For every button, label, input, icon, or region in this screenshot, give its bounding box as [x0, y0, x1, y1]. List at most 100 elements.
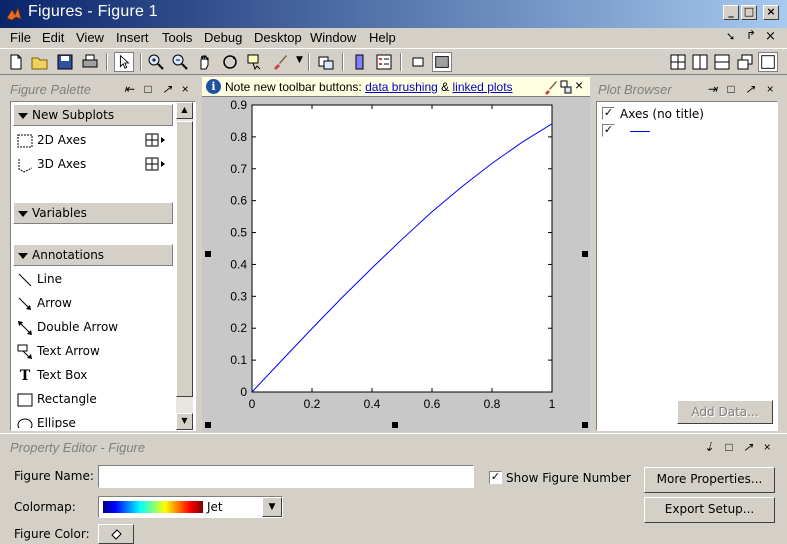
selection-handle[interactable] [582, 422, 588, 428]
palette-scrollbar[interactable]: ▲ ▼ [176, 102, 193, 430]
notice-close-icon[interactable]: × [575, 77, 583, 93]
menu-file[interactable]: File [10, 30, 31, 45]
close-menu-icon[interactable]: × [765, 29, 776, 44]
selection-handle[interactable] [205, 251, 211, 257]
show-plot-tools-icon[interactable] [432, 52, 452, 72]
axes-visible-checkbox[interactable]: ✓ [602, 107, 615, 120]
y-tick-label: 0.1 [230, 353, 247, 367]
arrow-annotation-item[interactable]: Arrow [17, 294, 167, 314]
line-annotation-item[interactable]: Line [17, 270, 167, 290]
more-properties-button[interactable]: More Properties... [644, 467, 775, 493]
export-setup-button[interactable]: Export Setup... [644, 497, 775, 523]
link-plot-icon[interactable] [316, 52, 336, 72]
left-right-layout-icon[interactable] [690, 52, 710, 72]
dock-menu-icon[interactable]: ↱ [746, 28, 756, 42]
save-icon[interactable] [55, 52, 75, 72]
colormap-dropdown-button[interactable]: ▼ [262, 497, 282, 517]
linked-plots-link[interactable]: linked plots [453, 80, 513, 94]
menu-view[interactable]: View [76, 30, 104, 45]
y-tick-label: 0.2 [230, 321, 247, 335]
text-box-annotation-item[interactable]: T Text Box [17, 366, 167, 386]
pan-icon[interactable] [195, 52, 215, 72]
axes-item-label[interactable]: Axes (no title) [620, 107, 704, 121]
menu-edit[interactable]: Edit [42, 30, 64, 45]
panel-menu-icon[interactable]: ⇤ [122, 82, 136, 96]
2d-axes-item[interactable]: 2D Axes [17, 131, 173, 151]
panel-close-icon[interactable]: × [178, 82, 192, 96]
grid-select-icon[interactable] [145, 133, 167, 149]
panel-maximize-icon[interactable]: □ [724, 82, 738, 96]
variables-section[interactable]: Variables [13, 202, 173, 224]
menu-desktop[interactable]: Desktop [254, 30, 302, 45]
data-brushing-link[interactable]: data brushing [365, 80, 438, 94]
window-title: Figures - Figure 1 [28, 3, 158, 20]
annotations-section[interactable]: Annotations [13, 244, 173, 266]
brush-dropdown-icon[interactable]: ▼ [296, 55, 303, 65]
ellipse-annotation-item[interactable]: Ellipse [17, 414, 167, 428]
tile-layout-icon[interactable] [668, 52, 688, 72]
menu-debug[interactable]: Debug [204, 30, 242, 45]
notice-amp: & [437, 80, 453, 94]
zoom-out-icon[interactable] [170, 52, 190, 72]
rotate-3d-icon[interactable] [220, 52, 240, 72]
double-arrow-annotation-item[interactable]: Double Arrow [17, 318, 167, 338]
panel-close-icon[interactable]: × [763, 82, 777, 96]
open-file-icon[interactable] [30, 52, 50, 72]
minimize-button[interactable]: _ [723, 5, 739, 20]
maximize-button[interactable]: □ [741, 5, 757, 20]
undock-menu-icon[interactable]: ➘ [726, 30, 735, 43]
zoom-in-icon[interactable] [146, 52, 166, 72]
panel-undock-icon[interactable]: ↗ [160, 82, 174, 96]
line-series-swatch[interactable] [630, 131, 650, 132]
scroll-down-button[interactable]: ▼ [176, 413, 193, 430]
text-arrow-annotation-item[interactable]: Text Arrow [17, 342, 167, 362]
x-tick-label: 0.2 [304, 397, 321, 411]
print-icon[interactable] [80, 52, 100, 72]
menu-window[interactable]: Window [310, 30, 356, 45]
menu-help[interactable]: Help [369, 30, 396, 45]
panel-maximize-icon[interactable]: □ [722, 440, 736, 454]
scroll-up-button[interactable]: ▲ [176, 102, 193, 119]
float-layout-icon[interactable] [735, 52, 755, 72]
scroll-thumb[interactable] [176, 121, 193, 397]
panel-close-icon[interactable]: × [760, 440, 774, 454]
hide-plot-tools-icon[interactable] [408, 52, 428, 72]
grid-select-icon[interactable] [145, 157, 167, 173]
edit-plot-icon[interactable] [114, 52, 134, 72]
figure-name-input[interactable] [98, 465, 474, 488]
panel-menu-icon[interactable]: ⇥ [705, 82, 719, 96]
rectangle-annotation-item[interactable]: Rectangle [17, 390, 167, 410]
show-figure-number-checkbox[interactable]: ✓ [489, 471, 502, 484]
panel-maximize-icon[interactable]: □ [141, 82, 155, 96]
maximize-layout-icon[interactable] [758, 52, 778, 72]
new-subplots-section[interactable]: New Subplots [13, 104, 173, 126]
selection-handle[interactable] [582, 251, 588, 257]
show-figure-number-label: Show Figure Number [506, 471, 631, 485]
menu-tools[interactable]: Tools [162, 30, 192, 45]
plot-browser-title: Plot Browser [598, 82, 672, 97]
3d-axes-item[interactable]: 3D Axes [17, 155, 173, 175]
plot-axes[interactable]: 0 0.2 0.4 0.6 0.8 1 0 0.1 0.2 0.3 0.4 0.5 0.6 0.7 0.8 0… [202, 97, 590, 432]
add-data-button[interactable]: Add Data... [677, 400, 773, 424]
selection-handle[interactable] [392, 422, 398, 428]
panel-undock-icon[interactable]: ↗ [741, 440, 755, 454]
x-tick-label: 0.6 [424, 397, 441, 411]
data-cursor-icon[interactable] [245, 52, 265, 72]
panel-undock-icon[interactable]: ↗ [743, 82, 757, 96]
new-figure-icon[interactable] [6, 52, 26, 72]
axes-box[interactable] [251, 104, 553, 393]
x-tick-label: 0.4 [364, 397, 381, 411]
panel-menu-icon[interactable]: ⇣ [702, 440, 716, 454]
figure-color-button[interactable] [98, 524, 134, 544]
menu-insert[interactable]: Insert [116, 30, 149, 45]
figure-palette-title: Figure Palette [10, 82, 91, 97]
colorbar-icon[interactable] [350, 52, 370, 72]
colormap-select[interactable]: Jet ▼ [98, 496, 283, 518]
plot-browser-list: ✓ Axes (no title) ✓ Add Data... [596, 101, 778, 431]
close-button[interactable]: × [763, 5, 779, 20]
legend-icon[interactable] [374, 52, 394, 72]
line-visible-checkbox[interactable]: ✓ [602, 124, 615, 137]
brush-icon[interactable] [270, 52, 290, 72]
selection-handle[interactable] [205, 422, 211, 428]
top-bottom-layout-icon[interactable] [712, 52, 732, 72]
